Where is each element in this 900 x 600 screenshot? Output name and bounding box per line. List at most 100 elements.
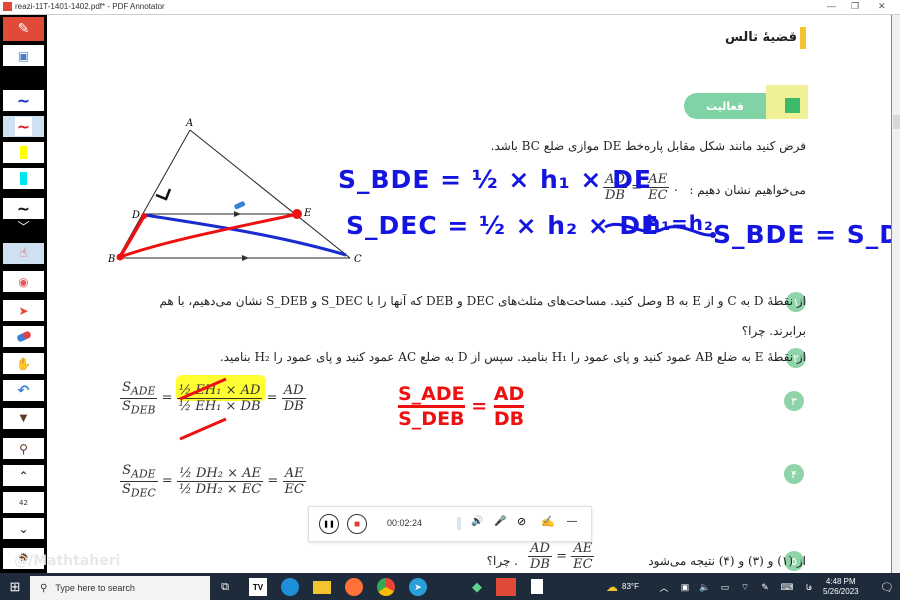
pen-black-button[interactable]: ~ — [3, 198, 44, 219]
eq4-mid-den: ½ DH₂ × EC — [178, 481, 262, 497]
pen-black-icon: ~ — [16, 199, 31, 218]
recording-toolbar: ❚❚ ■ 00:02:24 🔊 🎤 ⊘ ✍ — — [308, 506, 592, 542]
stop-button[interactable]: ■ — [347, 514, 367, 534]
page-number[interactable]: 42 — [3, 492, 44, 513]
camera-off-icon[interactable]: ⊘ — [517, 515, 526, 528]
title-bar: reazi-11T-1401-1402.pdf* - PDF Annotator… — [0, 0, 900, 15]
pause-button[interactable]: ❚❚ — [319, 514, 339, 534]
taskbar: ⊞ ⚲ Type here to search ⧉ TV ➤ ◆ ☁ 83°F … — [0, 573, 900, 600]
step-5-fraction: AD DB = AE EC — [528, 541, 595, 572]
firefox-icon[interactable] — [345, 578, 363, 596]
save-icon: ▣ — [17, 48, 30, 63]
step-5-text: از (۱) و (۳) و (۴) نتیجه می‌شود — [648, 554, 806, 568]
task-view-icon[interactable]: ⧉ — [216, 578, 234, 596]
stop-icon: ■ — [353, 518, 361, 530]
hand-pan-icon: ✋ — [16, 356, 31, 371]
triangle-diagram: A D E B C — [108, 118, 362, 265]
maximize-button[interactable]: ❐ — [851, 1, 859, 12]
meet-icon[interactable]: ◆ — [468, 578, 486, 596]
scrollbar-thumb[interactable] — [893, 115, 900, 129]
highlighter-yellow-icon — [20, 146, 27, 159]
label-d: D — [131, 210, 140, 221]
show-hidden-icons-chevron-icon[interactable]: ︿ — [655, 578, 673, 596]
wifi-icon[interactable]: ⌔ — [736, 578, 754, 596]
pause-icon: ❚❚ — [323, 521, 335, 528]
page-up-button[interactable]: ⌃ — [3, 465, 44, 486]
edge-icon[interactable] — [281, 578, 299, 596]
side-ac — [189, 129, 351, 259]
tradingview-icon[interactable]: TV — [249, 578, 267, 596]
clock-date: 5/26/2023 — [823, 587, 859, 596]
eq4-rhs-num: AE — [282, 465, 306, 482]
pdf-page: قضیهٔ تالس فعالیت A D E B C فرض کنید مان… — [48, 15, 891, 573]
close-button[interactable]: ✕ — [878, 1, 886, 12]
battery-icon[interactable]: ▭ — [716, 578, 734, 596]
vertical-scrollbar[interactable] — [891, 15, 900, 573]
weather-icon[interactable]: ☁ — [603, 578, 621, 596]
eraser-button[interactable] — [3, 326, 44, 347]
eq3-rhs-den: DB — [283, 398, 304, 414]
point-e-mark — [292, 209, 302, 219]
step-3-badge: ۳ — [784, 391, 804, 411]
red-frac-rhs-den: DB — [493, 408, 525, 430]
minimize-recorder-icon[interactable]: — — [567, 516, 577, 527]
volume-icon[interactable]: 🔊 — [471, 516, 483, 527]
meet-now-icon[interactable]: ▣ — [676, 578, 694, 596]
step-1-text-line2: برابرند. چرا؟ — [741, 324, 806, 338]
microphone-icon[interactable]: 🎤 — [494, 516, 506, 527]
eraser-icon — [15, 330, 32, 343]
chrome-icon[interactable] — [377, 578, 395, 596]
pdf-annotator-taskbar-icon[interactable] — [496, 578, 516, 596]
pen-draw-icon[interactable]: ✍ — [541, 515, 555, 528]
app-logo-button[interactable]: ✎ — [3, 17, 44, 41]
pen-blue-button[interactable]: ~ — [3, 90, 44, 111]
file-explorer-icon[interactable] — [313, 581, 331, 594]
zoom-button[interactable]: ⚲ — [3, 438, 44, 459]
minimize-button[interactable]: — — [827, 1, 836, 11]
annotation-red-strikes — [179, 377, 227, 441]
save-button[interactable]: ▣ — [3, 45, 44, 66]
step-2-text: از نقطهٔ E به ضلع AB عمود کنید و پای عمو… — [219, 350, 806, 364]
notepad-icon[interactable] — [531, 579, 543, 594]
undo-icon: ↶ — [17, 382, 30, 399]
annotation-blue-sbde: S_BDE = ½ × h₁ × DE — [338, 165, 652, 194]
laser-button[interactable]: ◉ — [3, 271, 44, 292]
touch-keyboard-icon[interactable]: ⌨ — [778, 578, 796, 596]
pen-red-icon: ~ — [14, 117, 33, 136]
hand-pointer-button[interactable]: ☝ — [3, 243, 44, 264]
windows-start-icon[interactable]: ⊞ — [6, 578, 24, 596]
language-indicator-icon[interactable]: فا — [800, 578, 818, 596]
activity-square-icon — [785, 98, 800, 113]
audio-level-meter — [457, 517, 461, 530]
eq5-left-den: DB — [530, 557, 550, 572]
search-placeholder: Type here to search — [55, 583, 135, 593]
intro-text: فرض کنید مانند شکل مقابل پاره‌خط DE مواز… — [490, 139, 806, 153]
eq4-lhs-num: SADE — [120, 463, 158, 482]
eq4-lhs-den: SDEC — [122, 481, 156, 500]
goal-text: می‌خواهیم نشان دهیم : — [689, 183, 806, 197]
highlighter-yellow-button[interactable] — [3, 142, 44, 163]
weather-temp[interactable]: 83°F — [622, 582, 639, 591]
speaker-icon[interactable]: 🔈 — [696, 578, 714, 596]
pen-red-button[interactable]: ~ — [3, 116, 44, 137]
telegram-icon[interactable]: ➤ — [409, 578, 427, 596]
more-pens-chevron-icon[interactable]: ﹀ — [3, 221, 44, 234]
undo-button[interactable]: ↶ — [3, 380, 44, 401]
taskbar-clock[interactable]: 4:48 PM 5/26/2023 — [823, 577, 859, 597]
eq5-right-den: EC — [573, 557, 593, 572]
pen-workspace-icon[interactable]: ✎ — [756, 578, 774, 596]
chevron-up-icon: ⌃ — [18, 468, 29, 483]
highlighter-cyan-button[interactable] — [3, 168, 44, 189]
annotation-blue-arrow — [604, 222, 716, 238]
dropdown-button[interactable]: ▼ — [3, 408, 44, 429]
hand-pan-button[interactable]: ✋ — [3, 353, 44, 374]
taskbar-search[interactable]: ⚲ Type here to search — [30, 576, 210, 600]
recording-timer: 00:02:24 — [387, 518, 423, 528]
page-down-button[interactable]: ⌄ — [3, 518, 44, 539]
eq3-lhs-num: SADE — [120, 380, 158, 399]
select-button[interactable]: ➤ — [3, 300, 44, 321]
notifications-icon[interactable]: 🗨 — [878, 578, 896, 596]
label-c: C — [354, 254, 362, 265]
eq3-lhs-den: SDEB — [122, 398, 156, 417]
label-a: A — [185, 118, 193, 129]
